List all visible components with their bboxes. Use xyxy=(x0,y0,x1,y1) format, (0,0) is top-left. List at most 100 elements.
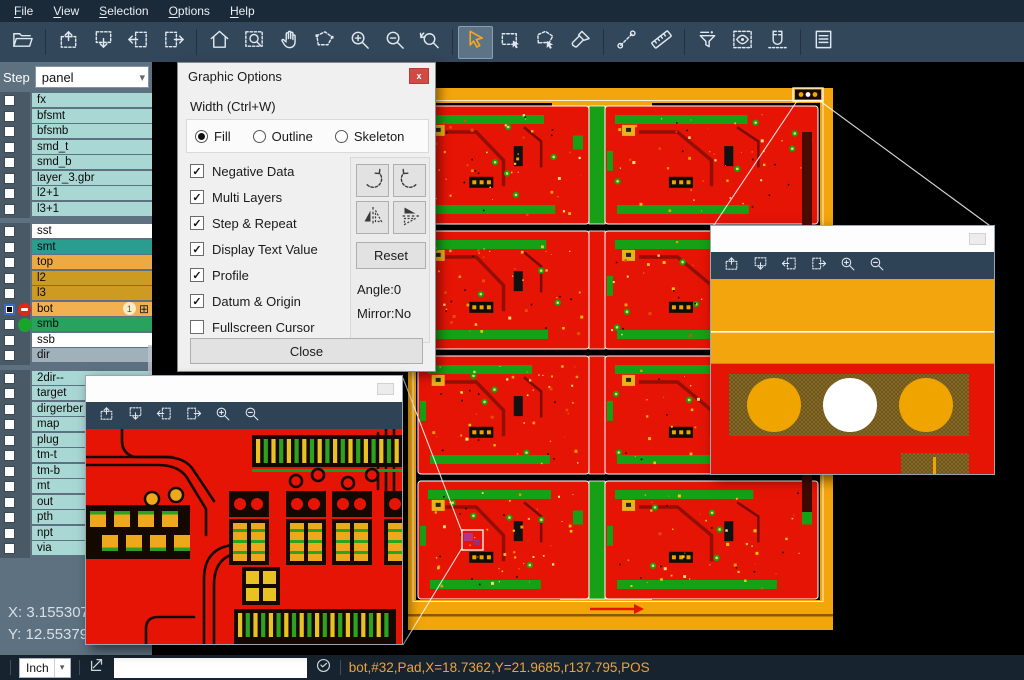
check-row-profile[interactable]: ✓Profile xyxy=(190,262,318,288)
move-up-button[interactable] xyxy=(98,405,115,427)
layer-row-l2[interactable]: l2 xyxy=(0,271,152,287)
layer-checkbox-smt[interactable] xyxy=(4,242,15,253)
layer-checkbox-out[interactable] xyxy=(4,497,15,508)
menu-item-options[interactable]: Options xyxy=(159,1,220,21)
command-input[interactable] xyxy=(114,658,307,678)
radio-fill[interactable]: Fill xyxy=(195,129,231,144)
move-down-button[interactable] xyxy=(86,26,121,59)
zoom-out-button[interactable] xyxy=(243,405,260,427)
layer-row-l2+1[interactable]: l2+1 xyxy=(0,186,152,202)
dialog-close-button[interactable]: x xyxy=(409,68,429,84)
checkbox-negative-data[interactable]: ✓ xyxy=(190,164,204,178)
zoom-out-button[interactable] xyxy=(868,255,885,277)
check-row-negative-data[interactable]: ✓Negative Data xyxy=(190,158,318,184)
checkbox-fullscreen-cursor[interactable] xyxy=(190,320,204,334)
layer-row-sst[interactable]: sst xyxy=(0,224,152,240)
layer-checkbox-bfsmt[interactable] xyxy=(4,111,15,122)
filter-button[interactable] xyxy=(690,26,725,59)
rotate-ccw-button[interactable] xyxy=(393,164,426,197)
menu-item-view[interactable]: View xyxy=(43,1,89,21)
layer-row-dir[interactable]: dir xyxy=(0,348,152,364)
check-row-display-text-value[interactable]: ✓Display Text Value xyxy=(190,236,318,262)
layer-row-l3[interactable]: l3 xyxy=(0,286,152,302)
check-row-fullscreen-cursor[interactable]: Fullscreen Cursor xyxy=(190,314,318,340)
magnifier-content[interactable] xyxy=(711,279,994,474)
rotate-cw-button[interactable] xyxy=(356,164,389,197)
layer-checkbox-l3[interactable] xyxy=(4,288,15,299)
magnifier-titlebar[interactable] xyxy=(86,376,402,402)
zoom-previous-button[interactable] xyxy=(412,26,447,59)
check-row-step-repeat[interactable]: ✓Step & Repeat xyxy=(190,210,318,236)
layer-row-smd_t[interactable]: smd_t xyxy=(0,140,152,156)
layer-row-smt[interactable]: smt xyxy=(0,240,152,256)
move-left-button[interactable] xyxy=(781,255,798,277)
move-left-button[interactable] xyxy=(121,26,156,59)
checkbox-multi-layers[interactable]: ✓ xyxy=(190,190,204,204)
snap-magnet-button[interactable] xyxy=(760,26,795,59)
step-select[interactable]: panel ▾ xyxy=(35,66,149,88)
layer-checkbox-2dir--[interactable] xyxy=(4,373,15,384)
layer-row-fx[interactable]: fx xyxy=(0,93,152,109)
layer-checkbox-l2[interactable] xyxy=(4,273,15,284)
layer-checkbox-l3+1[interactable] xyxy=(4,204,15,215)
layer-checkbox-l2+1[interactable] xyxy=(4,188,15,199)
move-down-button[interactable] xyxy=(127,405,144,427)
layer-checkbox-smd_b[interactable] xyxy=(4,157,15,168)
mirror-vertical-button[interactable] xyxy=(356,201,389,234)
polygon-path-button[interactable] xyxy=(307,26,342,59)
layer-checkbox-smd_t[interactable] xyxy=(4,142,15,153)
rect-select-button[interactable] xyxy=(493,26,528,59)
layer-checkbox-ssb[interactable] xyxy=(4,335,15,346)
layer-checkbox-top[interactable] xyxy=(4,257,15,268)
move-up-button[interactable] xyxy=(723,255,740,277)
home-button[interactable] xyxy=(202,26,237,59)
check-row-datum-origin[interactable]: ✓Datum & Origin xyxy=(190,288,318,314)
layer-row-bfsmt[interactable]: bfsmt xyxy=(0,109,152,125)
layer-checkbox-npt[interactable] xyxy=(4,528,15,539)
move-right-button[interactable] xyxy=(185,405,202,427)
layer-checkbox-tm-t[interactable] xyxy=(4,450,15,461)
layer-row-layer_3.gbr[interactable]: layer_3.gbr xyxy=(0,171,152,187)
zoom-in-button[interactable] xyxy=(839,255,856,277)
zoom-in-button[interactable] xyxy=(342,26,377,59)
layer-checkbox-sst[interactable] xyxy=(4,226,15,237)
layer-checkbox-map[interactable] xyxy=(4,419,15,430)
move-up-button[interactable] xyxy=(51,26,86,59)
magnifier-titlebar-button[interactable] xyxy=(377,383,394,395)
mirror-horizontal-button[interactable] xyxy=(393,201,426,234)
close-button[interactable]: Close xyxy=(190,338,423,364)
check-row-multi-layers[interactable]: ✓Multi Layers xyxy=(190,184,318,210)
move-left-button[interactable] xyxy=(156,405,173,427)
view-box-button[interactable] xyxy=(725,26,760,59)
layer-row-ssb[interactable]: ssb xyxy=(0,333,152,349)
zoom-out-button[interactable] xyxy=(377,26,412,59)
layer-checkbox-via[interactable] xyxy=(4,543,15,554)
layer-checkbox-dir[interactable] xyxy=(4,350,15,361)
layer-checkbox-smb[interactable] xyxy=(4,319,15,330)
move-right-button[interactable] xyxy=(810,255,827,277)
open-button[interactable] xyxy=(5,26,40,59)
layer-row-l3+1[interactable]: l3+1 xyxy=(0,202,152,218)
layer-checkbox-mt[interactable] xyxy=(4,481,15,492)
layers-doc-button[interactable] xyxy=(806,26,841,59)
layer-checkbox-tm-b[interactable] xyxy=(4,466,15,477)
measure-button[interactable] xyxy=(609,26,644,59)
move-down-button[interactable] xyxy=(752,255,769,277)
layer-checkbox-bot[interactable] xyxy=(4,304,15,315)
group-select-button[interactable] xyxy=(528,26,563,59)
layer-row-smb[interactable]: smb xyxy=(0,317,152,333)
radio-skeleton[interactable]: Skeleton xyxy=(335,129,405,144)
checkbox-step-repeat[interactable]: ✓ xyxy=(190,216,204,230)
magnifier-content[interactable] xyxy=(86,429,402,644)
layer-checkbox-layer_3.gbr[interactable] xyxy=(4,173,15,184)
ruler-button[interactable] xyxy=(644,26,679,59)
zoom-window-button[interactable] xyxy=(237,26,272,59)
layer-row-smd_b[interactable]: smd_b xyxy=(0,155,152,171)
layer-row-top[interactable]: top xyxy=(0,255,152,271)
unit-select[interactable]: Inch ▾ xyxy=(19,658,71,678)
layer-checkbox-target[interactable] xyxy=(4,388,15,399)
layer-checkbox-dirgerber[interactable] xyxy=(4,404,15,415)
checkbox-display-text-value[interactable]: ✓ xyxy=(190,242,204,256)
menu-item-file[interactable]: File xyxy=(4,1,43,21)
menu-item-selection[interactable]: Selection xyxy=(89,1,158,21)
